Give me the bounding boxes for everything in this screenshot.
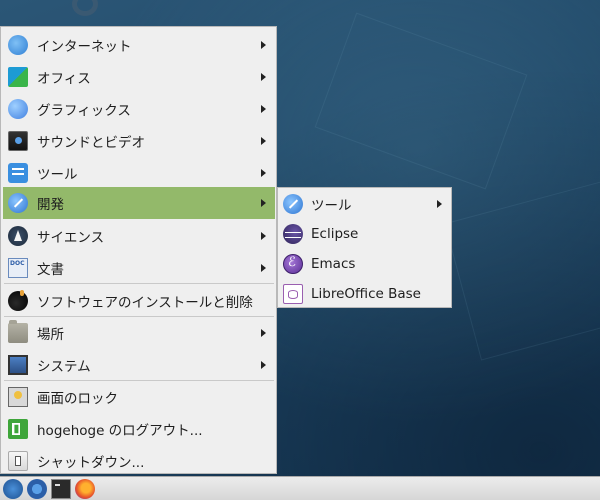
submenu-item-label: ツール	[311, 198, 352, 214]
menu-item-places[interactable]: 場所	[3, 317, 275, 349]
menu-item-label: シャットダウン...	[37, 455, 145, 471]
eclipse-icon	[283, 224, 303, 244]
submenu-item-label: LibreOffice Base	[311, 286, 421, 302]
desktop-logo-ring	[72, 0, 98, 16]
multimedia-icon	[8, 131, 28, 151]
menu-item-label: 文書	[37, 262, 64, 278]
menu-item-internet[interactable]: インターネット	[3, 29, 275, 61]
submenu-arrow-icon	[261, 169, 266, 177]
logout-icon	[8, 419, 28, 439]
emacs-icon	[283, 254, 303, 274]
application-menu: インターネット オフィス グラフィックス サウンドとビデオ ツール 開発 サイエ…	[0, 26, 277, 474]
desktop-wallpaper-shape	[444, 181, 600, 361]
menu-item-label: サイエンス	[37, 230, 105, 246]
menu-item-software-install[interactable]: ソフトウェアのインストールと削除	[3, 285, 275, 317]
submenu-item-libreoffice-base[interactable]: LibreOffice Base	[280, 279, 450, 309]
menu-item-label: システム	[37, 359, 91, 375]
submenu-arrow-icon	[261, 361, 266, 369]
system-icon	[8, 355, 28, 375]
terminal-icon[interactable]	[51, 479, 71, 499]
submenu-arrow-icon	[261, 329, 266, 337]
submenu-item-emacs[interactable]: Emacs	[280, 249, 450, 279]
development-icon	[8, 193, 28, 213]
menu-item-label: サウンドとビデオ	[37, 135, 145, 151]
menu-item-label: ツール	[37, 167, 78, 183]
submenu-arrow-icon	[261, 41, 266, 49]
menu-item-science[interactable]: サイエンス	[3, 220, 275, 252]
menu-item-label: 画面のロック	[37, 391, 118, 407]
software-install-icon	[8, 290, 28, 311]
submenu-arrow-icon	[261, 264, 266, 272]
submenu-arrow-icon	[261, 73, 266, 81]
submenu-arrow-icon	[261, 105, 266, 113]
tools-icon	[8, 163, 28, 183]
submenu-arrow-icon	[261, 232, 266, 240]
graphics-icon	[8, 99, 28, 119]
menu-item-graphics[interactable]: グラフィックス	[3, 93, 275, 125]
taskbar	[0, 476, 600, 500]
menu-separator	[4, 283, 274, 284]
submenu-item-eclipse[interactable]: Eclipse	[280, 219, 450, 249]
libreoffice-base-icon	[283, 284, 303, 304]
globe-icon	[8, 35, 28, 55]
menu-item-label: グラフィックス	[37, 103, 131, 119]
menu-item-office[interactable]: オフィス	[3, 61, 275, 93]
app-menu-icon[interactable]	[3, 479, 23, 499]
submenu-arrow-icon	[437, 200, 442, 208]
tools-icon	[283, 194, 303, 214]
menu-item-shutdown[interactable]: シャットダウン...	[3, 445, 275, 477]
menu-item-label: hogehoge のログアウト...	[37, 423, 203, 439]
menu-item-development[interactable]: 開発	[3, 187, 275, 219]
menu-item-tools[interactable]: ツール	[3, 157, 275, 189]
menu-item-system[interactable]: システム	[3, 349, 275, 381]
menu-item-lock-screen[interactable]: 画面のロック	[3, 381, 275, 413]
menu-item-label: 場所	[37, 327, 64, 343]
science-icon	[8, 226, 28, 246]
desktop-wallpaper-shape	[314, 12, 528, 190]
menu-item-label: ソフトウェアのインストールと削除	[37, 295, 253, 311]
menu-item-documents[interactable]: 文書	[3, 252, 275, 284]
submenu-arrow-icon	[261, 137, 266, 145]
document-icon	[8, 258, 28, 278]
submenu-item-tools[interactable]: ツール	[280, 189, 450, 219]
menu-item-logout[interactable]: hogehoge のログアウト...	[3, 413, 275, 445]
office-icon	[8, 67, 28, 87]
lock-screen-icon	[8, 387, 28, 407]
settings-icon[interactable]	[27, 479, 47, 499]
menu-item-label: インターネット	[37, 39, 132, 55]
menu-item-sound-video[interactable]: サウンドとビデオ	[3, 125, 275, 157]
folder-icon	[8, 320, 28, 343]
submenu-item-label: Emacs	[311, 256, 356, 272]
menu-item-label: 開発	[37, 197, 64, 213]
menu-item-label: オフィス	[37, 71, 91, 87]
development-submenu: ツール Eclipse Emacs LibreOffice Base	[277, 187, 452, 308]
shutdown-icon	[8, 451, 28, 471]
submenu-arrow-icon	[261, 199, 266, 207]
submenu-item-label: Eclipse	[311, 226, 359, 242]
firefox-icon[interactable]	[75, 479, 95, 499]
